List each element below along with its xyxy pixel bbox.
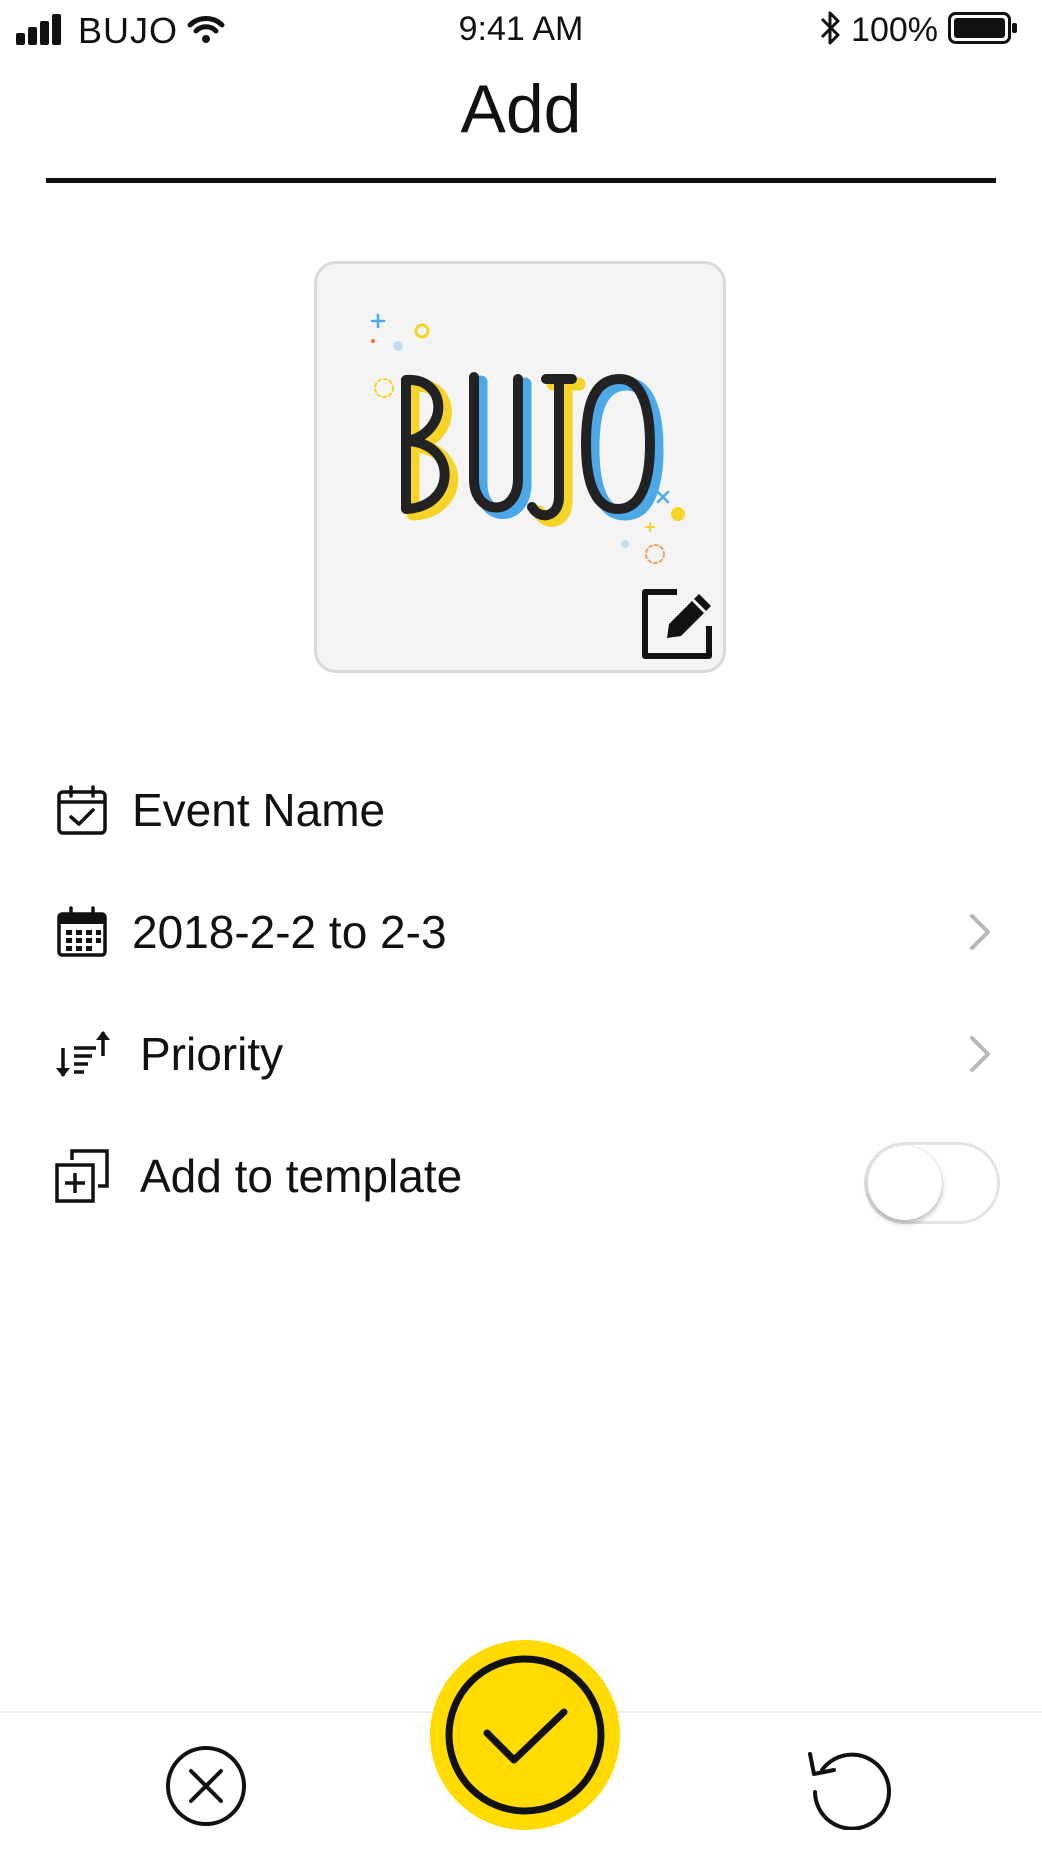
chevron-right-icon	[960, 1034, 1000, 1074]
calendar-check-icon	[54, 782, 110, 838]
edit-icon	[642, 589, 712, 659]
priority-row[interactable]: Priority	[54, 1004, 1000, 1104]
battery-icon	[948, 12, 1018, 49]
toggle-knob	[868, 1146, 942, 1220]
title-divider	[46, 178, 996, 183]
calendar-grid-icon	[54, 904, 110, 960]
reset-button[interactable]	[804, 1740, 894, 1831]
battery-percent: 100%	[851, 11, 938, 49]
event-name-input[interactable]	[132, 783, 932, 837]
event-name-row[interactable]	[54, 760, 1000, 860]
date-range-row[interactable]: 2018-2-2 to 2-3	[54, 882, 1000, 982]
cancel-button[interactable]	[164, 1744, 248, 1828]
bluetooth-icon	[819, 10, 841, 51]
status-right: 100%	[819, 10, 1018, 51]
chevron-right-icon	[960, 912, 1000, 952]
edit-cover-button[interactable]	[639, 586, 715, 662]
add-to-template-toggle[interactable]	[864, 1142, 1000, 1224]
reset-icon	[808, 1752, 891, 1831]
status-bar: BUJO 9:41 AM 100%	[0, 0, 1042, 62]
cover-image-card[interactable]	[314, 261, 726, 673]
add-copy-icon	[54, 1148, 110, 1204]
sort-icon	[54, 1026, 110, 1082]
add-to-template-row: Add to template	[54, 1126, 1000, 1226]
page-title: Add	[460, 71, 582, 147]
confirm-button[interactable]	[430, 1640, 620, 1830]
close-circle-icon	[166, 1746, 246, 1826]
date-range-label: 2018-2-2 to 2-3	[132, 906, 447, 958]
check-icon	[445, 1655, 605, 1815]
priority-label: Priority	[140, 1028, 284, 1080]
